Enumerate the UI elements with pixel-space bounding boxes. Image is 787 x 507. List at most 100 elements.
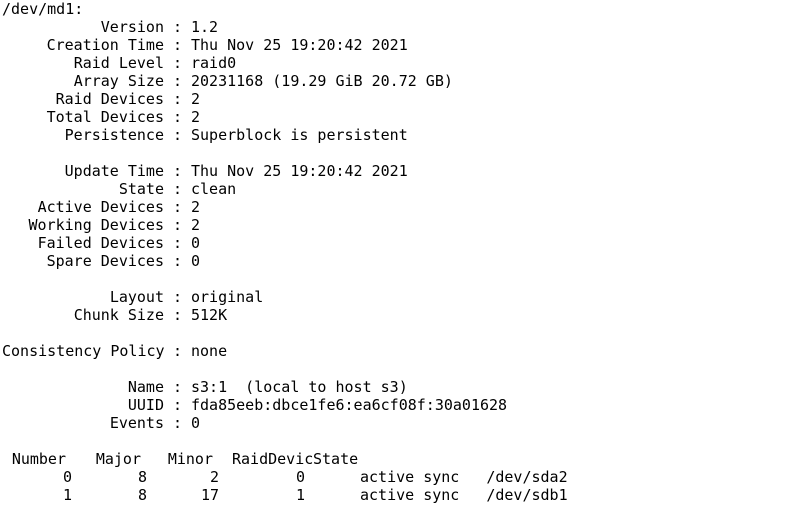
- cell-number: 0: [62, 468, 72, 486]
- field-label: Raid Level: [73, 54, 164, 72]
- field-value: 20231168 (19.29 GiB 20.72 GB): [191, 72, 453, 90]
- field-value: 2: [191, 216, 201, 234]
- cell-state: active sync: [360, 486, 460, 504]
- field-working-devices: Working Devices : 2: [2, 216, 787, 234]
- field-separator: :: [164, 180, 191, 198]
- field-array-size: Array Size : 20231168 (19.29 GiB 20.72 G…: [2, 72, 787, 90]
- field-separator: :: [164, 54, 191, 72]
- field-separator: :: [164, 126, 191, 144]
- field-separator: :: [164, 342, 191, 360]
- field-total-devices: Total Devices : 2: [2, 108, 787, 126]
- field-separator: :: [164, 396, 191, 414]
- field-label: Persistence: [64, 126, 164, 144]
- field-value: s3:1 (local to host s3): [191, 378, 408, 396]
- field-version: Version : 1.2: [2, 18, 787, 36]
- cell-minor: 17: [147, 486, 219, 504]
- field-separator: :: [164, 216, 191, 234]
- device-table-header: Number Major Minor RaidDeviceState: [2, 450, 787, 468]
- field-separator: :: [164, 18, 191, 36]
- field-value: raid0: [191, 54, 237, 72]
- cell-device: /dev/sdb1: [486, 486, 568, 504]
- field-separator: :: [164, 198, 191, 216]
- field-name: Name : s3:1 (local to host s3): [2, 378, 787, 396]
- field-value: Thu Nov 25 19:20:42 2021: [191, 162, 408, 180]
- field-label: Spare Devices: [46, 252, 164, 270]
- field-separator: :: [164, 252, 191, 270]
- cell-raiddevice: 1: [295, 486, 305, 504]
- field-value: none: [191, 342, 228, 360]
- cell-state: active sync: [360, 468, 460, 486]
- field-value: 0: [191, 252, 201, 270]
- header-major: Major: [95, 450, 141, 468]
- field-persistence: Persistence : Superblock is persistent: [2, 126, 787, 144]
- field-value: original: [191, 288, 264, 306]
- field-label: Raid Devices: [55, 90, 164, 108]
- field-value: 2: [191, 90, 201, 108]
- table-row: 0 8 2 0 active sync/dev/sda2: [2, 468, 787, 486]
- field-creation-time: Creation Time : Thu Nov 25 19:20:42 2021: [2, 36, 787, 54]
- field-label: Creation Time: [46, 36, 164, 54]
- field-label: Failed Devices: [37, 234, 164, 252]
- header-raiddevice: RaidDevice: [232, 450, 313, 468]
- cell-major: 8: [137, 486, 147, 504]
- field-separator: :: [164, 288, 191, 306]
- field-label: Name: [127, 378, 164, 396]
- field-consistency-policy: Consistency Policy : none: [2, 342, 787, 360]
- field-update-time: Update Time : Thu Nov 25 19:20:42 2021: [2, 162, 787, 180]
- field-value: fda85eeb:dbce1fe6:ea6cf08f:30a01628: [191, 396, 508, 414]
- field-value: 2: [191, 198, 201, 216]
- field-value: 512K: [191, 306, 228, 324]
- field-separator: :: [164, 414, 191, 432]
- cell-minor: 2: [209, 468, 219, 486]
- field-layout: Layout : original: [2, 288, 787, 306]
- field-label: Chunk Size: [73, 306, 164, 324]
- header-minor: Minor: [167, 450, 213, 468]
- field-label: Working Devices: [28, 216, 164, 234]
- field-value: Thu Nov 25 19:20:42 2021: [191, 36, 408, 54]
- field-label: Version: [100, 18, 164, 36]
- field-raid-level: Raid Level : raid0: [2, 54, 787, 72]
- cell-minor-value: 17: [200, 486, 219, 504]
- field-failed-devices: Failed Devices : 0: [2, 234, 787, 252]
- field-label: Total Devices: [46, 108, 164, 126]
- field-value: 0: [191, 414, 201, 432]
- field-raid-devices: Raid Devices : 2: [2, 90, 787, 108]
- header-number: Number: [11, 450, 66, 468]
- field-label: Array Size: [73, 72, 164, 90]
- field-separator: :: [164, 72, 191, 90]
- field-separator: :: [164, 90, 191, 108]
- field-separator: :: [164, 108, 191, 126]
- field-separator: :: [164, 36, 191, 54]
- field-label: Active Devices: [37, 198, 164, 216]
- field-label: State: [118, 180, 164, 198]
- field-uuid: UUID : fda85eeb:dbce1fe6:ea6cf08f:30a016…: [2, 396, 787, 414]
- field-separator: :: [164, 162, 191, 180]
- field-value: 0: [191, 234, 201, 252]
- field-label: Consistency Policy: [2, 342, 164, 360]
- cell-device: /dev/sda2: [486, 468, 568, 486]
- field-spare-devices: Spare Devices : 0: [2, 252, 787, 270]
- field-value: Superblock is persistent: [191, 126, 408, 144]
- field-label: Layout: [109, 288, 164, 306]
- field-label: Update Time: [64, 162, 164, 180]
- field-value: clean: [191, 180, 237, 198]
- field-separator: :: [164, 234, 191, 252]
- field-state: State : clean: [2, 180, 787, 198]
- field-value: 1.2: [191, 18, 219, 36]
- field-separator: :: [164, 306, 191, 324]
- table-row: 1 8 17 1 active sync/dev/sdb1: [2, 486, 787, 504]
- field-chunk-size: Chunk Size : 512K: [2, 306, 787, 324]
- cell-number: 1: [62, 486, 72, 504]
- field-events: Events : 0: [2, 414, 787, 432]
- field-label: Events: [109, 414, 164, 432]
- cell-major: 8: [137, 468, 147, 486]
- field-value: 2: [191, 108, 201, 126]
- field-label: UUID: [127, 396, 164, 414]
- header-state: State: [313, 450, 359, 468]
- field-separator: :: [164, 378, 191, 396]
- terminal-output: /dev/md1: Version : 1.2 Creation Time : …: [2, 0, 787, 504]
